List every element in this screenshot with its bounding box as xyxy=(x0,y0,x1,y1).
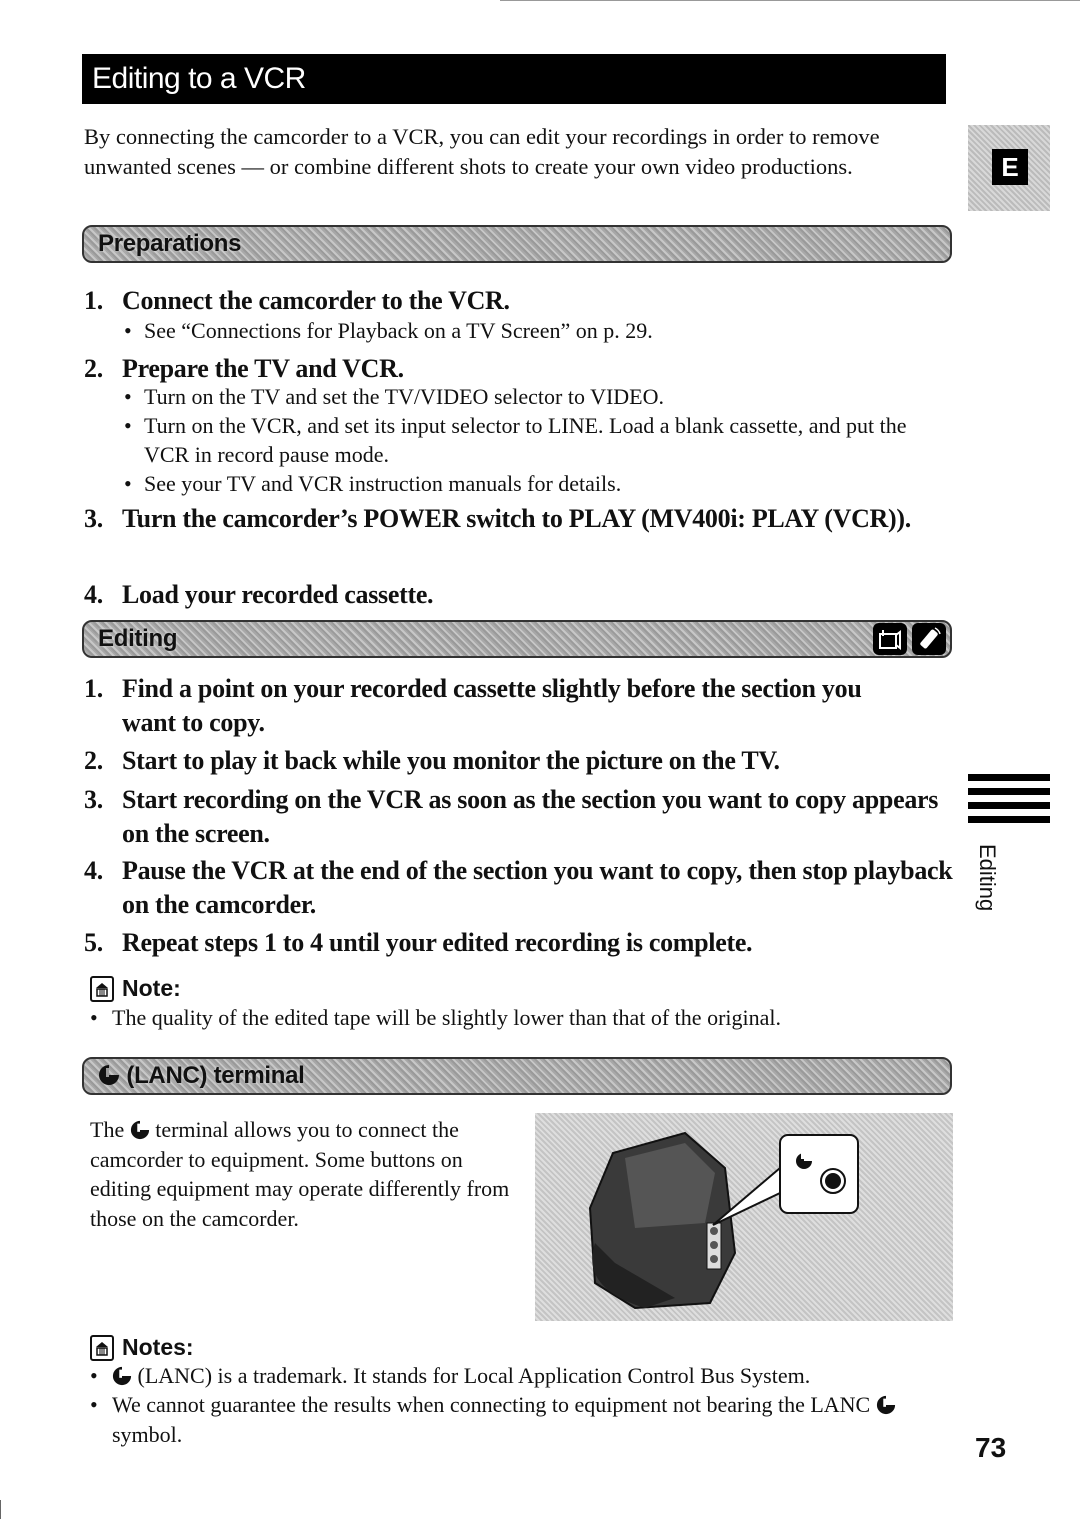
remote-control-icon xyxy=(912,623,946,655)
step-number: 3. xyxy=(84,785,103,814)
editing-step: 5. Repeat steps 1 to 4 until your edited … xyxy=(84,926,954,960)
camcorder-lanc-illustration xyxy=(535,1113,953,1321)
step-number: 4. xyxy=(84,580,103,609)
step-text: Start recording on the VCR as soon as th… xyxy=(122,785,939,848)
prep-bullet: • Turn on the VCR, and set its input sele… xyxy=(124,411,924,469)
note-text: We cannot guarantee the results when con… xyxy=(90,1390,940,1450)
bullet-dot: • xyxy=(124,413,132,438)
section-bar-preparations: Preparations xyxy=(82,225,952,263)
step-number: 1. xyxy=(84,674,103,703)
bullet-dot: • xyxy=(124,471,132,496)
editing-step: 4. Pause the VCR at the end of the sectio… xyxy=(84,854,964,922)
mode-icons xyxy=(873,623,946,655)
step-text: Repeat steps 1 to 4 until your edited re… xyxy=(122,928,753,957)
para-text: terminal allows you to connect the camco… xyxy=(90,1117,510,1231)
callout-box xyxy=(779,1134,859,1214)
note-text: (LANC) is a trademark. It stands for Loc… xyxy=(137,1363,811,1388)
note-bullet: • The quality of the edited tape will be … xyxy=(90,1003,950,1033)
notes-heading: Notes: xyxy=(90,1334,194,1361)
lanc-icon xyxy=(876,1395,895,1415)
index-line xyxy=(968,816,1050,823)
note-text: The quality of the edited tape will be s… xyxy=(112,1005,781,1030)
editing-step: 1. Find a point on your recorded cassette… xyxy=(84,672,914,740)
step-text: Load your recorded cassette. xyxy=(122,580,434,609)
bullet-text: Turn on the TV and set the TV/VIDEO sele… xyxy=(144,384,664,409)
note-heading-text: Note: xyxy=(122,975,181,1001)
title-bar: Editing to a VCR xyxy=(82,54,946,104)
page-title: Editing to a VCR xyxy=(92,62,306,95)
step-number: 3. xyxy=(84,504,103,533)
step-number: 5. xyxy=(84,928,103,957)
bullet-dot: • xyxy=(90,1005,98,1030)
bullet-dot: • xyxy=(124,318,132,343)
prep-step: 1. Connect the camcorder to the VCR. xyxy=(84,284,954,318)
section-heading-text: (LANC) terminal xyxy=(126,1062,305,1089)
side-index-label: Editing xyxy=(975,844,1000,912)
section-heading-preparations: Preparations xyxy=(98,230,242,257)
prep-bullet: • See “Connections for Playback on a TV S… xyxy=(124,316,944,345)
step-number: 1. xyxy=(84,286,103,315)
bullet-dot: • xyxy=(90,1363,98,1388)
lanc-paragraph: The terminal allows you to connect the c… xyxy=(90,1115,510,1233)
bullet-text: See your TV and VCR instruction manuals … xyxy=(144,471,622,496)
language-tab: E xyxy=(968,125,1050,211)
note-heading: Note: xyxy=(90,975,181,1002)
lanc-jack-icon xyxy=(820,1168,846,1194)
prep-step: 3. Turn the camcorder’s POWER switch to P… xyxy=(84,502,914,536)
step-text: Connect the camcorder to the VCR. xyxy=(122,286,510,315)
scan-crop-mark xyxy=(0,1500,1,1519)
camcorder-drawing xyxy=(588,1131,737,1310)
step-text: Find a point on your recorded cassette s… xyxy=(122,674,862,737)
camcorder-icon xyxy=(873,623,907,655)
editing-step: 2. Start to play it back while you monito… xyxy=(84,744,954,778)
index-line xyxy=(968,774,1050,781)
step-text: Prepare the TV and VCR. xyxy=(122,354,404,383)
prep-bullet: • Turn on the TV and set the TV/VIDEO sel… xyxy=(124,382,944,411)
section-bar-editing: Editing xyxy=(82,620,952,658)
bullet-dot: • xyxy=(90,1392,98,1417)
prep-bullet: • See your TV and VCR instruction manuals… xyxy=(124,469,944,498)
step-text: Start to play it back while you monitor … xyxy=(122,746,780,775)
page-number: 73 xyxy=(975,1432,1007,1463)
note-text-part: We cannot guarantee the results when con… xyxy=(112,1392,871,1417)
scan-edge-line xyxy=(500,0,1080,1)
index-line xyxy=(968,788,1050,795)
editing-step: 3. Start recording on the VCR as soon as … xyxy=(84,783,954,851)
intro-paragraph: By connecting the camcorder to a VCR, yo… xyxy=(84,124,880,179)
lanc-icon xyxy=(99,1065,119,1085)
note-icon xyxy=(90,1334,114,1361)
step-number: 2. xyxy=(84,746,103,775)
note-bullet: • We cannot guarantee the results when c… xyxy=(90,1390,940,1450)
para-text: The xyxy=(90,1117,125,1142)
bullet-text: See “Connections for Playback on a TV Sc… xyxy=(144,318,653,343)
step-text: Pause the VCR at the end of the section … xyxy=(122,856,953,919)
note-bullet: • (LANC) is a trademark. It stands for L… xyxy=(90,1361,950,1391)
bullet-dot: • xyxy=(124,384,132,409)
side-index-tab: Editing xyxy=(968,774,1050,911)
prep-step: 4. Load your recorded cassette. xyxy=(84,578,954,612)
note-text-part: symbol. xyxy=(112,1422,183,1447)
section-heading-editing: Editing xyxy=(98,625,178,652)
lanc-icon xyxy=(130,1120,149,1140)
language-tab-label: E xyxy=(992,149,1028,185)
prep-step: 2. Prepare the TV and VCR. xyxy=(84,352,954,386)
index-line xyxy=(968,802,1050,809)
section-bar-lanc: (LANC) terminal xyxy=(82,1057,952,1095)
note-icon xyxy=(90,975,114,1002)
step-text: Turn the camcorder’s POWER switch to PLA… xyxy=(122,504,911,533)
step-number: 2. xyxy=(84,354,103,383)
notes-heading-text: Notes: xyxy=(122,1334,194,1360)
lanc-icon xyxy=(112,1366,132,1386)
step-number: 4. xyxy=(84,856,103,885)
bullet-text: Turn on the VCR, and set its input selec… xyxy=(144,413,907,467)
section-heading-lanc: (LANC) terminal xyxy=(98,1059,305,1093)
